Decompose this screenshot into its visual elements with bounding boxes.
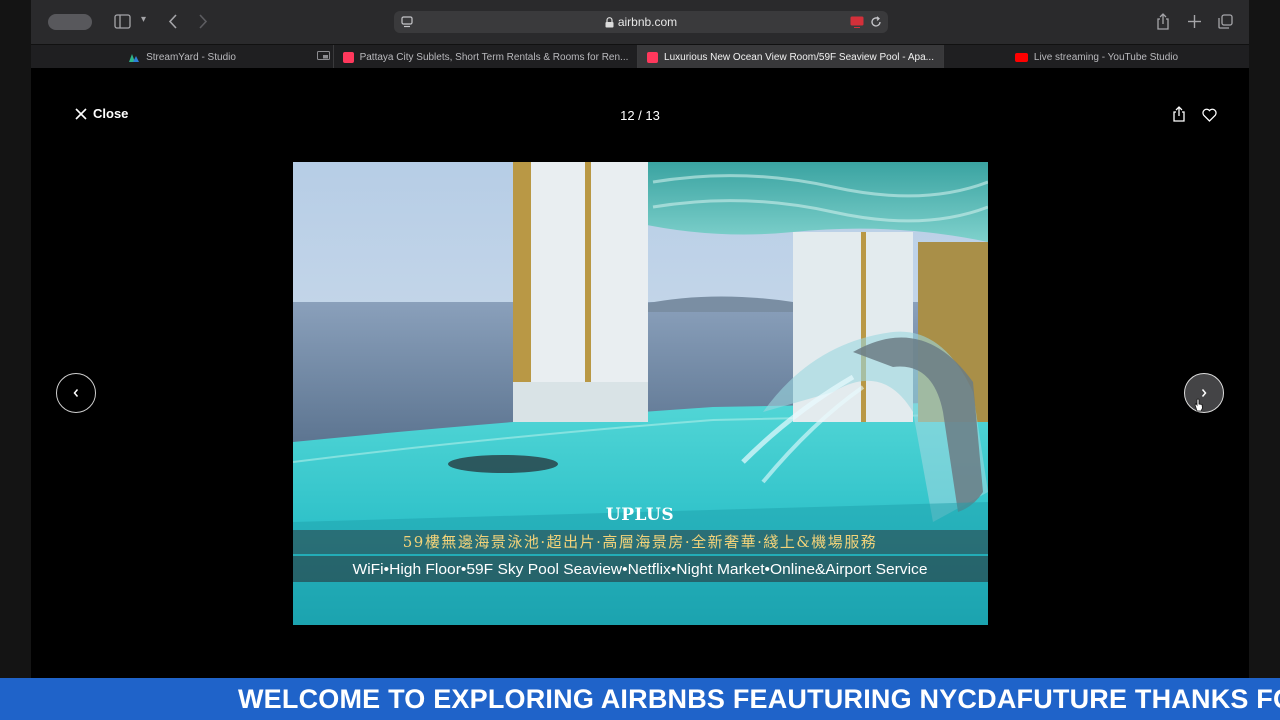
- lock-icon: [605, 16, 614, 27]
- share-icon[interactable]: [1172, 106, 1186, 122]
- airbnb-icon: [342, 51, 354, 63]
- photo-caption-en: WiFi•High Floor•59F Sky Pool Seaview•Net…: [353, 561, 928, 578]
- back-icon[interactable]: [168, 14, 178, 29]
- tab-streamyard[interactable]: StreamYard - Studio: [31, 45, 334, 69]
- forward-icon[interactable]: [198, 14, 208, 29]
- profile-pill[interactable]: [48, 14, 92, 30]
- sidebar-toggle-icon[interactable]: [114, 14, 131, 29]
- chevron-right-icon: [1201, 389, 1207, 397]
- airbnb-icon: [647, 51, 659, 63]
- chevron-down-icon[interactable]: ▾: [141, 15, 146, 25]
- reload-icon[interactable]: [870, 16, 882, 28]
- photo-counter: 12 / 13: [620, 108, 660, 123]
- tab-youtube-studio[interactable]: Live streaming - YouTube Studio: [944, 45, 1249, 69]
- photo-gallery: Close 12 / 13 UPLUS 59樓無邊海景泳池·超出片·高層海景房·…: [31, 68, 1249, 678]
- tab-pattaya-sublets[interactable]: Pattaya City Sublets, Short Term Rentals…: [334, 45, 638, 69]
- tab-label: Live streaming - YouTube Studio: [1033, 51, 1179, 63]
- pool-photo-illustration: UPLUS 59樓無邊海景泳池·超出片·高層海景房·全新奢華·綫上&機場服務 W…: [293, 162, 988, 625]
- browser-window: ▾ airbnb.com StreamYard - Studio Pattaya…: [31, 0, 1249, 678]
- next-photo-button[interactable]: [1184, 373, 1224, 413]
- heart-icon[interactable]: [1202, 108, 1217, 122]
- address-bar[interactable]: airbnb.com: [394, 11, 888, 33]
- photo-caption-zh: 59樓無邊海景泳池·超出片·高層海景房·全新奢華·綫上&機場服務: [403, 533, 878, 551]
- tab-bar: StreamYard - Studio Pattaya City Sublets…: [31, 44, 1249, 69]
- youtube-icon: [1014, 52, 1028, 62]
- tab-label: Luxurious New Ocean View Room/59F Seavie…: [664, 51, 934, 63]
- chevron-left-icon: [73, 389, 79, 397]
- screen-share-icon[interactable]: [317, 51, 330, 62]
- tab-overview-icon[interactable]: [1218, 14, 1233, 29]
- previous-photo-button[interactable]: [56, 373, 96, 413]
- ticker-text: WELCOME TO EXPLORING AIRBNBS FEAUTURING …: [238, 684, 1280, 714]
- share-icon[interactable]: [1156, 13, 1170, 30]
- screen-record-icon[interactable]: [850, 16, 864, 28]
- browser-toolbar: ▾ airbnb.com: [31, 0, 1249, 44]
- mouse-cursor-icon: [1194, 398, 1203, 412]
- url-text: airbnb.com: [617, 15, 678, 29]
- tab-label: StreamYard - Studio: [146, 51, 236, 63]
- streamyard-icon: [129, 53, 140, 62]
- tab-label: Pattaya City Sublets, Short Term Rentals…: [359, 51, 629, 63]
- stream-ticker-banner: WELCOME TO EXPLORING AIRBNBS FEAUTURING …: [0, 678, 1280, 720]
- listing-photo[interactable]: UPLUS 59樓無邊海景泳池·超出片·高層海景房·全新奢華·綫上&機場服務 W…: [293, 162, 988, 625]
- tab-luxurious-ocean-view[interactable]: Luxurious New Ocean View Room/59F Seavie…: [638, 45, 944, 69]
- new-tab-icon[interactable]: [1188, 15, 1201, 28]
- photo-brand: UPLUS: [606, 505, 674, 525]
